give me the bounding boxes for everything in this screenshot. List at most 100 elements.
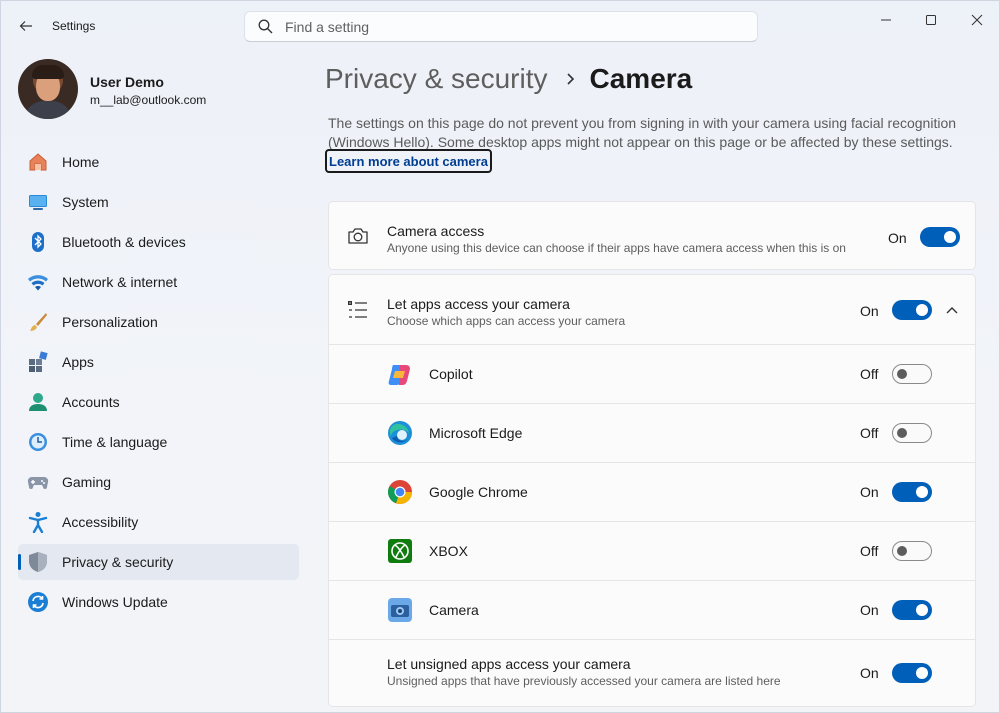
app-row-camera: Camera On	[329, 580, 975, 639]
clock-globe-icon	[27, 431, 49, 453]
xbox-icon	[387, 538, 413, 564]
app-name: Google Chrome	[429, 484, 528, 500]
sidebar-nav: Home System Bluetooth & devices Network …	[18, 144, 299, 624]
sidebar-item-label: Privacy & security	[62, 554, 174, 570]
sidebar-item-home[interactable]: Home	[18, 144, 299, 180]
sidebar-item-label: Apps	[62, 354, 94, 370]
sidebar-item-label: Network & internet	[62, 274, 178, 290]
update-icon	[27, 591, 49, 613]
unsigned-apps-state: On	[860, 665, 879, 681]
person-icon	[27, 391, 49, 413]
sidebar-item-label: Personalization	[62, 314, 158, 330]
copilot-icon	[387, 361, 413, 387]
title-bar: Settings	[1, 1, 1000, 51]
gamepad-icon	[27, 471, 49, 493]
edge-toggle[interactable]	[892, 423, 932, 443]
shield-icon	[27, 551, 49, 573]
paintbrush-icon	[27, 311, 49, 333]
sidebar-item-personalization[interactable]: Personalization	[18, 304, 299, 340]
chevron-up-icon[interactable]	[944, 302, 960, 318]
sidebar-item-accounts[interactable]: Accounts	[18, 384, 299, 420]
page-title: Camera	[589, 63, 693, 94]
app-state: On	[860, 484, 879, 500]
back-button[interactable]	[13, 13, 39, 39]
unsigned-apps-row: Let unsigned apps access your camera Uns…	[329, 639, 975, 706]
breadcrumb-parent[interactable]: Privacy & security	[325, 63, 548, 95]
let-apps-access-title: Let apps access your camera	[387, 296, 570, 312]
camera-access-subtitle: Anyone using this device can choose if t…	[387, 241, 846, 255]
unsigned-apps-toggle[interactable]	[892, 663, 932, 683]
avatar	[18, 59, 78, 119]
app-row-copilot: Copilot Off	[329, 344, 975, 403]
sidebar-item-label: Home	[62, 154, 100, 170]
accessibility-icon	[27, 511, 49, 533]
sidebar-item-label: Time & language	[62, 434, 168, 450]
minimize-icon	[881, 19, 891, 21]
list-icon	[347, 299, 369, 321]
let-apps-access-subtitle: Choose which apps can access your camera	[387, 314, 626, 328]
copilot-toggle[interactable]	[892, 364, 932, 384]
camera-app-toggle[interactable]	[892, 600, 932, 620]
app-name: XBOX	[429, 543, 468, 559]
xbox-toggle[interactable]	[892, 541, 932, 561]
sidebar-item-time-language[interactable]: Time & language	[18, 424, 299, 460]
user-name: User Demo	[90, 74, 164, 90]
maximize-icon	[926, 15, 936, 25]
camera-access-state: On	[888, 230, 907, 246]
home-icon	[27, 151, 49, 173]
chrome-icon	[387, 479, 413, 505]
app-row-chrome: Google Chrome On	[329, 462, 975, 521]
app-access-card: Let apps access your camera Choose which…	[328, 274, 976, 707]
sidebar-item-gaming[interactable]: Gaming	[18, 464, 299, 500]
camera-access-toggle[interactable]	[920, 227, 960, 247]
close-icon	[971, 14, 983, 26]
app-title: Settings	[52, 19, 96, 33]
sidebar-item-label: System	[62, 194, 109, 210]
sidebar-item-system[interactable]: System	[18, 184, 299, 220]
edge-icon	[387, 420, 413, 446]
sidebar-item-windows-update[interactable]: Windows Update	[18, 584, 299, 620]
camera-access-card: Camera access Anyone using this device c…	[328, 201, 976, 270]
bluetooth-icon	[27, 231, 49, 253]
camera-app-icon	[387, 597, 413, 623]
sidebar-item-privacy-security[interactable]: Privacy & security	[18, 544, 299, 580]
back-arrow-icon	[19, 21, 32, 31]
unsigned-apps-title: Let unsigned apps access your camera	[387, 656, 631, 672]
monitor-icon	[27, 191, 49, 213]
close-button[interactable]	[954, 7, 1000, 33]
page-description: The settings on this page do not prevent…	[328, 115, 957, 150]
app-row-edge: Microsoft Edge Off	[329, 403, 975, 462]
sidebar-item-label: Accounts	[62, 394, 120, 410]
sidebar-item-label: Gaming	[62, 474, 112, 490]
app-state: On	[860, 602, 879, 618]
camera-icon	[347, 225, 369, 247]
sidebar-item-bluetooth[interactable]: Bluetooth & devices	[18, 224, 299, 260]
app-name: Microsoft Edge	[429, 425, 523, 441]
camera-access-row[interactable]: Camera access Anyone using this device c…	[329, 202, 975, 269]
sidebar-item-accessibility[interactable]: Accessibility	[18, 504, 299, 540]
app-state: Off	[860, 366, 879, 382]
chrome-toggle[interactable]	[892, 482, 932, 502]
search-input[interactable]	[285, 18, 725, 35]
user-email: m__lab@outlook.com	[90, 93, 207, 107]
chevron-right-icon	[566, 72, 576, 86]
search-box[interactable]	[244, 11, 758, 42]
sidebar-item-label: Windows Update	[62, 594, 168, 610]
let-apps-access-state: On	[860, 303, 879, 319]
app-state: Off	[860, 543, 879, 559]
let-apps-access-toggle[interactable]	[892, 300, 932, 320]
wifi-icon	[27, 271, 49, 293]
app-row-xbox: XBOX Off	[329, 521, 975, 580]
app-name: Copilot	[429, 366, 473, 382]
maximize-button[interactable]	[908, 7, 954, 33]
app-name: Camera	[429, 602, 479, 618]
let-apps-access-row[interactable]: Let apps access your camera Choose which…	[329, 275, 975, 344]
minimize-button[interactable]	[863, 7, 909, 33]
search-icon	[257, 19, 273, 35]
breadcrumb: Privacy & security Camera	[325, 59, 692, 99]
sidebar-item-apps[interactable]: Apps	[18, 344, 299, 380]
sidebar-item-label: Bluetooth & devices	[62, 234, 186, 250]
learn-more-link[interactable]: Learn more about camera	[325, 149, 492, 173]
user-profile[interactable]: User Demo m__lab@outlook.com	[18, 59, 298, 119]
sidebar-item-network[interactable]: Network & internet	[18, 264, 299, 300]
